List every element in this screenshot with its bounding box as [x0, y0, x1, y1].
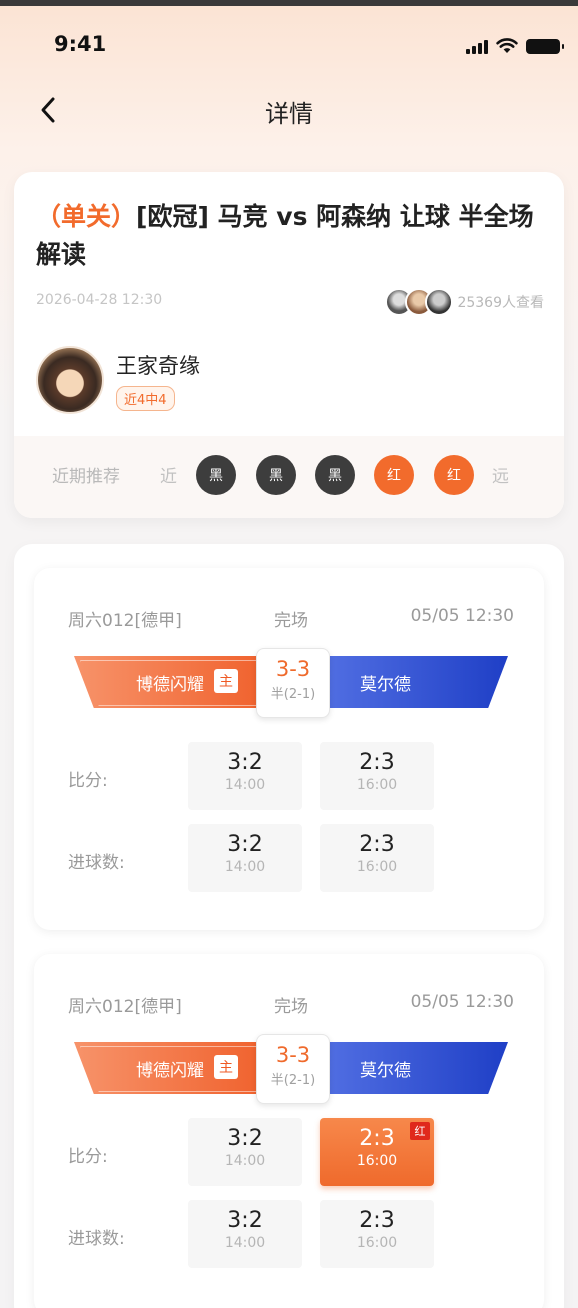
author-avatar[interactable] [36, 346, 104, 414]
article-meta: 2026-04-28 12:30 25369人查看 [36, 288, 546, 318]
half-time-score: 半(2-1) [270, 1073, 316, 1088]
recent-far-label: 远 [492, 467, 509, 487]
result-dot-loss: 黑 [196, 455, 236, 495]
view-count: 25369人查看 [457, 295, 544, 311]
row-label: 进球数: [68, 853, 125, 873]
final-score: 3-3 半(2-1) [256, 648, 330, 718]
article-card: （单关）[欧冠] 马竞 vs 阿森纳 让球 半全场 解读 2026-04-28 … [14, 172, 564, 518]
nav-bar: 详情 [0, 84, 578, 134]
row-label: 比分: [68, 1147, 108, 1167]
match-card[interactable]: 周六012[德甲] 完场 05/05 12:30 博德闪耀 主 莫尔德 3-3 … [34, 954, 544, 1308]
prediction-value: 3:2 [227, 1208, 263, 1233]
article-date: 2026-04-28 12:30 [36, 292, 163, 308]
match-header: 周六012[德甲] 完场 05/05 12:30 [68, 992, 514, 1017]
prediction-time: 14:00 [224, 1153, 266, 1169]
prediction-time: 16:00 [356, 1235, 398, 1251]
prediction-cell: 3:2 14:00 [188, 824, 302, 892]
prediction-row-score: 比分: 3:2 14:00 2:3 16:00 [68, 742, 508, 812]
prediction-value: 2:3 [359, 1208, 395, 1233]
prediction-cell-hit: 2:3 16:00 红 [320, 1118, 434, 1186]
prediction-cell: 2:3 16:00 [320, 742, 434, 810]
full-time-score: 3-3 [275, 1043, 311, 1067]
article-tag: （单关） [36, 202, 137, 231]
author-record-badge: 近4中4 [116, 386, 175, 411]
status-bar: 9:41 [0, 30, 578, 62]
status-time: 9:41 [54, 32, 107, 56]
viewer-avatars [385, 288, 454, 316]
score-bar: 博德闪耀 主 莫尔德 3-3 半(2-1) [74, 1034, 508, 1104]
prediction-cell: 2:3 16:00 [320, 1200, 434, 1268]
prediction-time: 14:00 [224, 859, 266, 875]
match-status: 完场 [274, 997, 308, 1017]
match-card[interactable]: 周六012[德甲] 完场 05/05 12:30 博德闪耀 主 莫尔德 3-3 … [34, 568, 544, 930]
prediction-value: 3:2 [227, 1126, 263, 1151]
match-league: 周六012[德甲] [68, 611, 182, 631]
prediction-time: 14:00 [224, 1235, 266, 1251]
home-team-name: 博德闪耀 [136, 1061, 204, 1081]
row-label: 进球数: [68, 1229, 125, 1249]
result-dot-loss: 黑 [315, 455, 355, 495]
recent-recommendations: 近期推荐 近 黑 黑 黑 红 红 远 [14, 436, 564, 518]
viewers: 25369人查看 [385, 288, 544, 316]
status-icons [466, 38, 564, 54]
score-bar: 博德闪耀 主 莫尔德 3-3 半(2-1) [74, 648, 508, 718]
recent-label: 近期推荐 [52, 467, 120, 487]
top-edge [0, 0, 578, 6]
full-time-score: 3-3 [275, 657, 311, 681]
page-title: 详情 [265, 100, 313, 128]
home-tag: 主 [214, 669, 238, 693]
match-time: 05/05 12:30 [410, 992, 514, 1012]
prediction-value: 2:3 [359, 750, 395, 775]
prediction-value: 2:3 [359, 832, 395, 857]
home-tag: 主 [214, 1055, 238, 1079]
prediction-cell: 3:2 14:00 [188, 742, 302, 810]
prediction-row-score: 比分: 3:2 14:00 2:3 16:00 红 [68, 1118, 508, 1188]
away-team-name: 莫尔德 [360, 675, 411, 695]
match-time: 05/05 12:30 [410, 606, 514, 626]
result-dot-loss: 黑 [256, 455, 296, 495]
battery-icon [526, 39, 564, 54]
prediction-time: 16:00 [356, 859, 398, 875]
wifi-icon [496, 38, 518, 53]
recent-near-label: 近 [160, 467, 177, 487]
prediction-row-goals: 进球数: 3:2 14:00 2:3 16:00 [68, 824, 508, 894]
prediction-time: 16:00 [356, 1153, 398, 1169]
row-label: 比分: [68, 771, 108, 791]
prediction-row-goals: 进球数: 3:2 14:00 2:3 16:00 [68, 1200, 508, 1270]
viewer-avatar [425, 288, 454, 316]
match-league: 周六012[德甲] [68, 997, 182, 1017]
final-score: 3-3 半(2-1) [256, 1034, 330, 1104]
prediction-cell: 3:2 14:00 [188, 1200, 302, 1268]
result-dot-win: 红 [434, 455, 474, 495]
home-team-name: 博德闪耀 [136, 675, 204, 695]
match-status: 完场 [274, 611, 308, 631]
prediction-value: 3:2 [227, 832, 263, 857]
prediction-cell: 2:3 16:00 [320, 824, 434, 892]
article-headline: （单关）[欧冠] 马竞 vs 阿森纳 让球 半全场 解读 [36, 198, 546, 274]
cellular-signal-icon [466, 40, 488, 54]
match-list: 周六012[德甲] 完场 05/05 12:30 博德闪耀 主 莫尔德 3-3 … [14, 544, 564, 1308]
hit-badge: 红 [410, 1122, 430, 1140]
match-header: 周六012[德甲] 完场 05/05 12:30 [68, 606, 514, 631]
prediction-cell: 3:2 14:00 [188, 1118, 302, 1186]
half-time-score: 半(2-1) [270, 687, 316, 702]
author-name[interactable]: 王家奇缘 [116, 350, 200, 380]
away-team-name: 莫尔德 [360, 1061, 411, 1081]
prediction-time: 14:00 [224, 777, 266, 793]
prediction-time: 16:00 [356, 777, 398, 793]
prediction-value: 3:2 [227, 750, 263, 775]
result-dot-win: 红 [374, 455, 414, 495]
